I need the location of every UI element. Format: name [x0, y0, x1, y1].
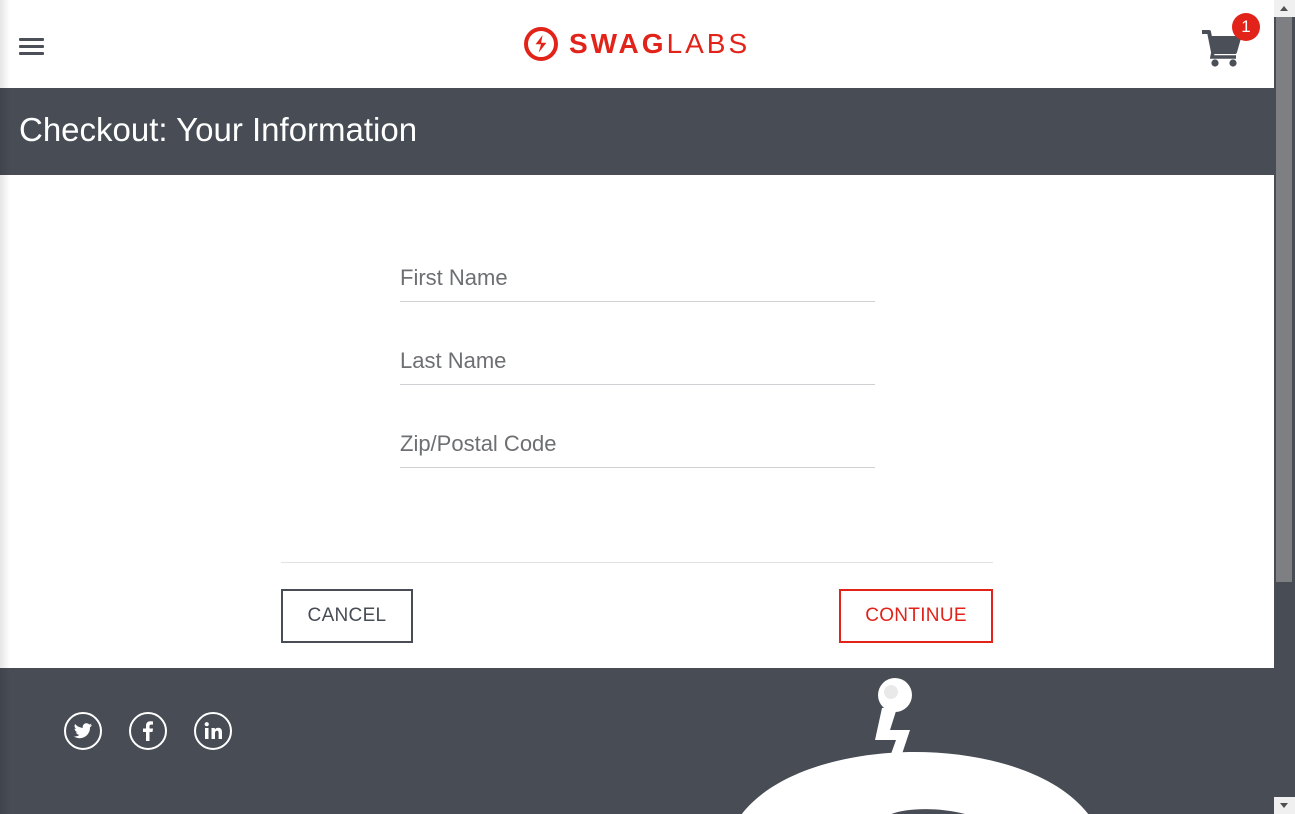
cancel-button[interactable]: CANCEL: [281, 589, 413, 643]
scroll-down-arrow-icon[interactable]: [1274, 797, 1295, 814]
header: SWAGLABS 1: [0, 0, 1274, 88]
last-name-field[interactable]: [400, 337, 875, 385]
facebook-icon[interactable]: [128, 711, 168, 751]
continue-button[interactable]: CONTINUE: [839, 589, 993, 643]
lightning-bolt-logo-icon: [524, 27, 558, 61]
scrollbar-thumb[interactable]: [1276, 17, 1292, 582]
swag-labs-logo: SWAGLABS: [523, 26, 750, 62]
scroll-up-arrow-icon[interactable]: [1274, 0, 1295, 17]
page: SWAGLABS 1 Checkout: Your Information CA…: [0, 0, 1274, 814]
brand-light: LABS: [666, 28, 751, 59]
postal-code-field[interactable]: [400, 420, 875, 468]
page-title: Checkout: Your Information: [19, 111, 418, 148]
linkedin-icon[interactable]: [193, 711, 233, 751]
hamburger-menu-icon[interactable]: [19, 37, 44, 57]
first-name-field[interactable]: [400, 254, 875, 302]
brand-name: SWAGLABS: [569, 26, 750, 62]
twitter-icon[interactable]: [63, 711, 103, 751]
footer: [0, 668, 1274, 814]
swag-bot-robot-graphic: [741, 678, 1089, 814]
vertical-scrollbar[interactable]: [1274, 0, 1295, 814]
cart-badge: 1: [1232, 13, 1260, 41]
brand-bold: SWAG: [569, 28, 667, 59]
form-divider: [281, 562, 993, 563]
